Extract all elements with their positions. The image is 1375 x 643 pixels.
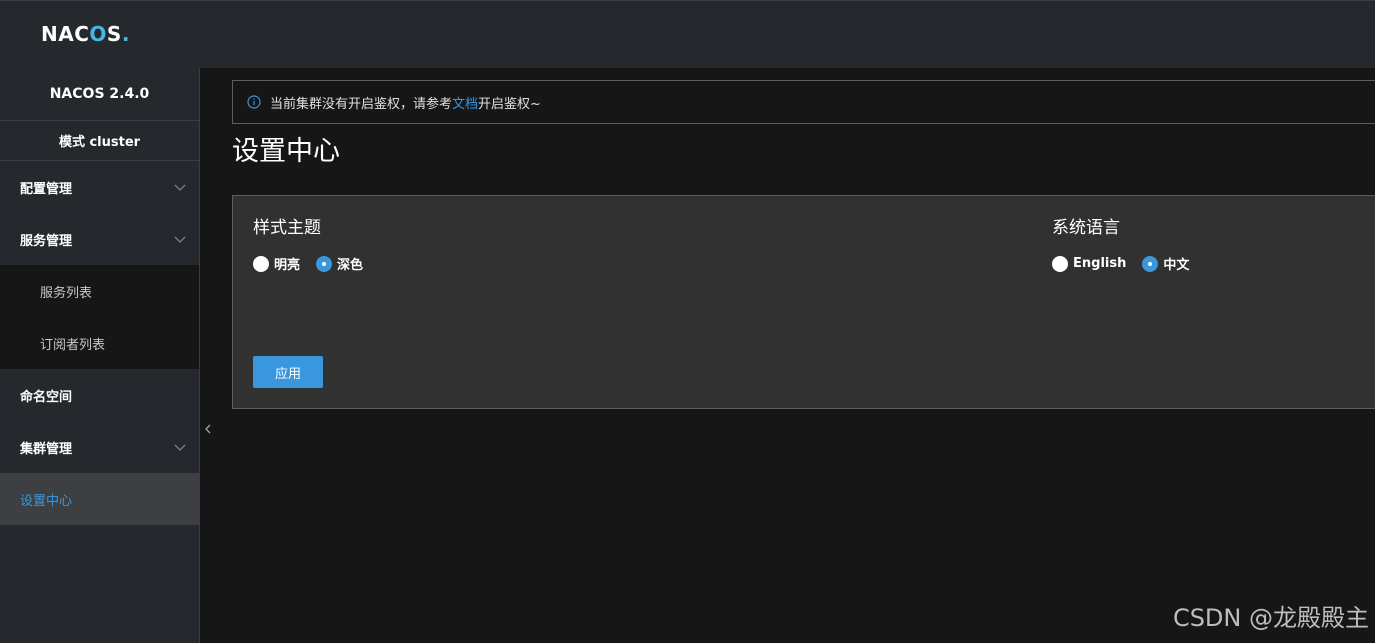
- sidebar-item-label: 设置中心: [20, 493, 73, 509]
- radio-label: English: [1073, 256, 1127, 271]
- theme-radio-group: 明亮 深色: [253, 254, 379, 273]
- sidebar-item-config-management[interactable]: 配置管理: [0, 161, 199, 213]
- chevron-down-icon: [174, 184, 186, 191]
- language-radio-group: English 中文: [1052, 254, 1205, 273]
- top-header: NACOS.: [0, 0, 1375, 68]
- sidebar-item-label: 配置管理: [20, 181, 73, 197]
- sidebar-item-service-list[interactable]: 服务列表: [0, 265, 199, 317]
- collapse-sidebar-icon[interactable]: [202, 421, 214, 437]
- mode-label: 模式 cluster: [0, 121, 199, 161]
- sidebar-item-label: 服务管理: [20, 233, 73, 249]
- radio-unchecked-icon[interactable]: [253, 255, 269, 272]
- sidebar-item-cluster-management[interactable]: 集群管理: [0, 421, 199, 473]
- logo-text-prefix: NAC: [41, 22, 90, 46]
- sidebar-item-label: 服务列表: [40, 285, 93, 301]
- page-title: 设置中心: [232, 136, 340, 167]
- chevron-down-icon: [174, 236, 186, 243]
- settings-panel: 样式主题 明亮 深色 系统语言 English 中文 应用: [232, 195, 1375, 409]
- theme-group-title: 样式主题: [253, 218, 321, 238]
- sidebar-item-label: 订阅者列表: [40, 337, 106, 353]
- theme-option-light[interactable]: 明亮: [253, 254, 300, 273]
- sidebar: NACOS 2.4.0 模式 cluster 配置管理 服务管理 服务列表 订阅…: [0, 68, 200, 643]
- radio-label: 中文: [1163, 258, 1190, 273]
- sidebar-item-service-management[interactable]: 服务管理: [0, 213, 199, 265]
- sidebar-item-settings-center[interactable]: 设置中心: [0, 473, 199, 525]
- logo-text-suffix: S: [106, 22, 122, 46]
- sidebar-item-namespace[interactable]: 命名空间: [0, 369, 199, 421]
- language-option-chinese[interactable]: 中文: [1142, 254, 1189, 273]
- theme-option-dark[interactable]: 深色: [316, 254, 363, 273]
- radio-unchecked-icon[interactable]: [1052, 255, 1068, 272]
- sidebar-item-label: 集群管理: [20, 441, 73, 457]
- watermark: CSDN @龙殿殿主: [1172, 604, 1369, 632]
- auth-notice-banner: 当前集群没有开启鉴权，请参考 文档 开启鉴权~: [232, 80, 1375, 124]
- logo-text-o: O: [89, 22, 107, 46]
- version-label: NACOS 2.4.0: [0, 68, 199, 121]
- notice-text-before: 当前集群没有开启鉴权，请参考: [270, 96, 453, 112]
- nacos-logo[interactable]: NACOS.: [41, 23, 130, 45]
- apply-button[interactable]: 应用: [253, 356, 323, 388]
- notice-text-after: 开启鉴权~: [478, 96, 541, 112]
- info-icon: [247, 95, 261, 109]
- sidebar-item-subscriber-list[interactable]: 订阅者列表: [0, 317, 199, 369]
- sidebar-item-label: 命名空间: [20, 389, 73, 405]
- radio-label: 深色: [337, 258, 364, 273]
- radio-checked-icon[interactable]: [1142, 255, 1159, 272]
- language-group-title: 系统语言: [1052, 218, 1120, 238]
- chevron-down-icon: [174, 444, 186, 451]
- radio-checked-icon[interactable]: [316, 255, 333, 272]
- docs-link[interactable]: 文档: [452, 93, 478, 112]
- logo-text-dot: .: [121, 22, 130, 46]
- language-option-english[interactable]: English: [1052, 255, 1127, 272]
- radio-label: 明亮: [274, 258, 301, 273]
